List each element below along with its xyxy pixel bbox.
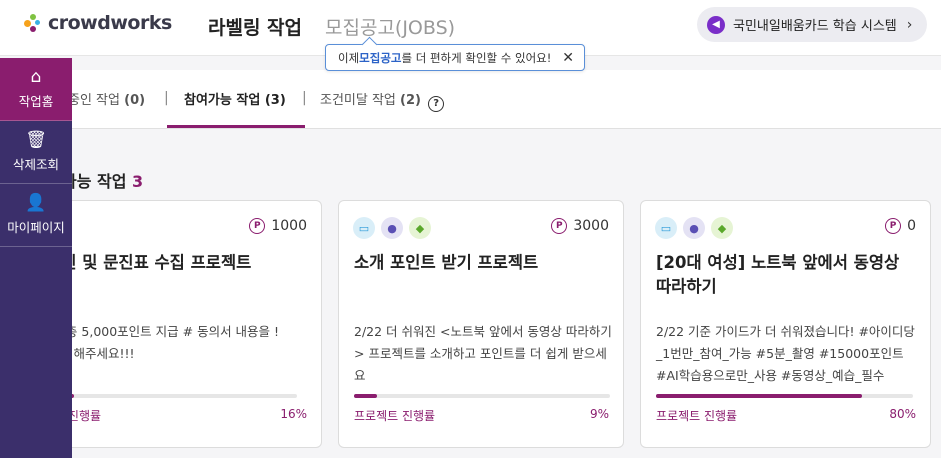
progress-fill [656,394,862,398]
tab-label: 참여가능 작업 [184,93,261,108]
points-value: 0 [907,218,916,234]
tab-count: (3) [264,93,286,108]
tab-in-progress[interactable]: 중인 작업 (0) [68,89,145,108]
learning-system-button[interactable]: ◀ 국민내일배움카드 학습 시스템 › [697,7,927,42]
progress-label: 프로젝트 진행률 [656,409,738,423]
tab-divider: | [164,90,169,106]
progress-value: 80% [889,407,916,421]
progress-bar [656,394,913,398]
sidebar-item-label: 삭제조회 [12,157,59,172]
tab-count: (2) [400,93,421,108]
card-title: [20대 여성] 노트북 앞에서 동영상 따라하기 [656,253,900,296]
tab-divider: | [302,90,307,106]
points-value: 3000 [573,218,609,234]
crowdworks-logo[interactable]: crowdworks [22,12,172,34]
platform-icons: ▭ ● ◆ [353,217,431,239]
speaker-icon: ◀ [707,15,725,34]
sidebar-item-mypage[interactable]: 👤 마이페이지 [0,184,72,247]
progress-fill [354,394,378,398]
card-description: 2/22 더 쉬워진 <노트북 앞에서 동영상 따라하기> 프로젝트를 소개하고… [354,324,612,383]
project-card[interactable]: P 1000 강검진 및 문진표 수집 프로젝트 여 시, 총 5,000포인트… [36,200,322,448]
sidebar: ⌂ 작업홈 🗑 삭제조회 👤 마이페이지 [0,58,72,458]
sidebar-item-label: 마이페이지 [7,220,65,235]
card-description: 2/22 기준 가이드가 더 쉬워졌습니다! #아이디당_1번만_참여_가능 #… [656,324,915,383]
section-title: 가능 작업 3 [62,168,143,192]
points-value: 1000 [271,218,307,234]
task-tabs: 중인 작업 (0) | 참여가능 작업 (3) | 조건미달 작업 (2) ? [0,70,941,129]
tab-available[interactable]: 참여가능 작업 (3) [184,89,286,108]
progress-value: 9% [589,407,609,421]
tooltip-highlight: 모집공고 [359,50,402,65]
pc-icon: ▭ [655,217,677,239]
pc-icon: ▭ [353,217,375,239]
tooltip-prefix: 이제 [338,50,360,65]
points-display: P 3000 [551,218,609,234]
home-icon: ⌂ [30,67,42,87]
sidebar-item-home[interactable]: ⌂ 작업홈 [0,58,72,121]
point-coin-icon: P [885,218,902,234]
sidebar-item-deleted[interactable]: 🗑 삭제조회 [0,121,72,184]
android-icon: ◆ [711,217,733,239]
points-display: P 1000 [249,218,307,234]
active-tab-indicator [167,125,305,128]
tab-label: 중인 작업 [68,93,120,108]
progress-value: 16% [280,407,307,421]
card-title: 강검진 및 문진표 수집 프로젝트 [36,253,252,272]
progress-bar [37,394,297,398]
platform-icons: ▭ ● ◆ [655,217,733,239]
progress-bar [354,394,610,398]
project-card[interactable]: ▭ ● ◆ P 3000 소개 포인트 받기 프로젝트 2/22 더 쉬워진 <… [338,200,624,448]
sidebar-item-label: 작업홈 [18,94,54,109]
apple-icon: ● [683,217,705,239]
tab-label: 조건미달 작업 [320,93,396,108]
point-coin-icon: P [551,218,568,234]
section-count: 3 [132,172,144,191]
apple-icon: ● [381,217,403,239]
jobs-tooltip: 이제 모집공고 를 더 편하게 확인할 수 있어요! ✕ [325,44,585,71]
card-title: 소개 포인트 받기 프로젝트 [354,253,539,272]
logo-mark-icon [22,12,44,34]
logo-text: crowdworks [48,12,172,34]
user-icon: 👤 [25,193,47,213]
project-card[interactable]: ▭ ● ◆ P 0 [20대 여성] 노트북 앞에서 동영상 따라하기 2/22… [640,200,931,448]
help-icon[interactable]: ? [428,95,445,112]
point-coin-icon: P [249,218,266,234]
points-display: P 0 [885,218,916,234]
tab-unqualified[interactable]: 조건미달 작업 (2) ? [320,89,445,112]
close-icon[interactable]: ✕ [562,50,574,66]
nav-jobs[interactable]: 모집공고(JOBS) [325,13,455,40]
trash-icon: 🗑 [25,130,47,150]
tooltip-suffix: 를 더 편하게 확인할 수 있어요! [401,50,552,65]
card-description: 여 시, 총 5,000포인트 지급 # 동의서 내용을 ! 후, 참여해주세요… [36,324,280,361]
tab-count: (0) [124,93,146,108]
progress-label: 프로젝트 진행률 [354,409,436,423]
android-icon: ◆ [409,217,431,239]
learning-system-label: 국민내일배움카드 학습 시스템 [733,19,897,34]
chevron-right-icon: › [906,16,913,33]
nav-labeling[interactable]: 라벨링 작업 [208,13,302,40]
